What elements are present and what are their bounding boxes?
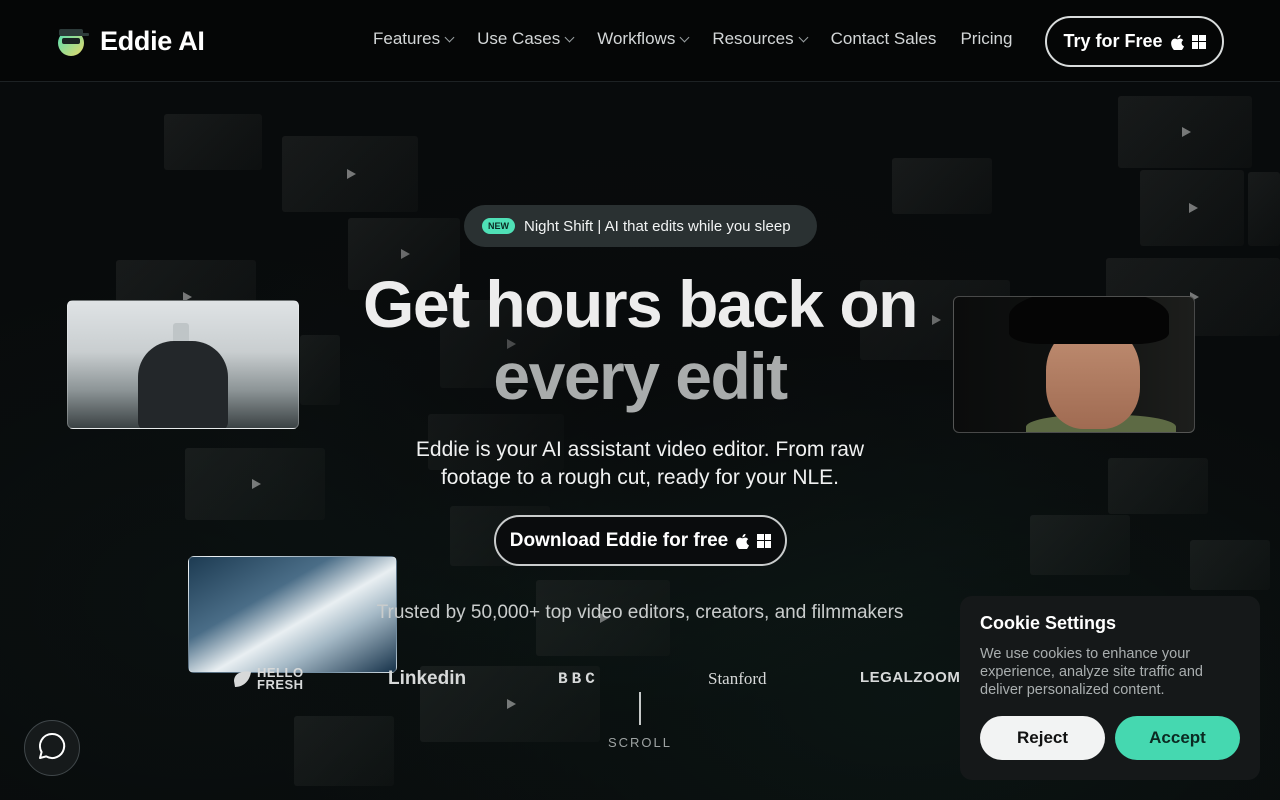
hero-subtitle: Eddie is your AI assistant video editor.… [415, 438, 865, 489]
logo-hellofresh: HELLO FRESH [231, 666, 317, 691]
announcement-badge[interactable]: NEW Night Shift | AI that edits while yo… [464, 205, 817, 247]
nav-features[interactable]: Features [373, 29, 455, 49]
chat-bubble-icon [37, 731, 67, 766]
new-tag: NEW [482, 218, 515, 234]
chevron-down-icon [564, 32, 575, 42]
download-label: Download Eddie for free [509, 529, 729, 551]
chat-button[interactable] [24, 720, 80, 776]
main-menu: Features Use Cases Workflows Resources C… [373, 29, 1012, 49]
nav-workflows-label: Workflows [597, 29, 676, 48]
cookie-actions: Reject Accept [980, 716, 1240, 760]
nav-use-cases-label: Use Cases [477, 29, 561, 48]
nav-contact-sales[interactable]: Contact Sales [831, 29, 937, 49]
nav-features-label: Features [373, 29, 441, 48]
windows-icon [1191, 34, 1206, 49]
chevron-down-icon [679, 32, 690, 42]
nav-resources-label: Resources [712, 29, 794, 48]
nav-use-cases[interactable]: Use Cases [477, 29, 575, 49]
eddie-logo-icon [56, 24, 90, 58]
nav-contact-sales-label: Contact Sales [830, 29, 937, 48]
accept-cookies-button[interactable]: Accept [1115, 716, 1240, 760]
brand-name: Eddie AI [100, 25, 205, 56]
cookie-description: We use cookies to enhance your experienc… [980, 646, 1204, 698]
chevron-down-icon [444, 32, 455, 42]
nav-pricing[interactable]: Pricing [960, 29, 1012, 49]
logo-bbc: BBC [558, 670, 599, 688]
brand-home-link[interactable]: Eddie AI [56, 24, 205, 58]
cookie-settings-panel: Cookie Settings We use cookies to enhanc… [960, 596, 1260, 780]
logo-linkedin: Linkedin [388, 668, 467, 689]
download-button[interactable]: Download Eddie for free [494, 515, 787, 566]
hero-title-line1: Get hours back on [363, 267, 918, 341]
announcement-text: Night Shift | AI that edits while you sl… [524, 217, 791, 235]
hero-title: Get hours back on every edit [0, 268, 1280, 412]
cookie-title: Cookie Settings [980, 613, 1117, 633]
nav-pricing-label: Pricing [960, 29, 1013, 48]
logo-stanford: Stanford [708, 669, 767, 688]
nav-resources[interactable]: Resources [712, 29, 809, 49]
apple-icon [1170, 34, 1184, 51]
windows-icon [757, 533, 772, 548]
hero-title-line2: every edit [493, 339, 788, 413]
logo-legalzoom: LEGALZOOM [860, 669, 961, 686]
chevron-down-icon [798, 32, 809, 42]
apple-icon [736, 533, 750, 550]
try-for-free-label: Try for Free [1063, 31, 1163, 51]
nav-workflows[interactable]: Workflows [597, 29, 690, 49]
reject-cookies-button[interactable]: Reject [980, 716, 1105, 760]
try-for-free-button[interactable]: Try for Free [1045, 16, 1224, 67]
scroll-indicator-line [639, 692, 641, 725]
top-navbar: Eddie AI Features Use Cases Workflows Re… [0, 0, 1280, 82]
